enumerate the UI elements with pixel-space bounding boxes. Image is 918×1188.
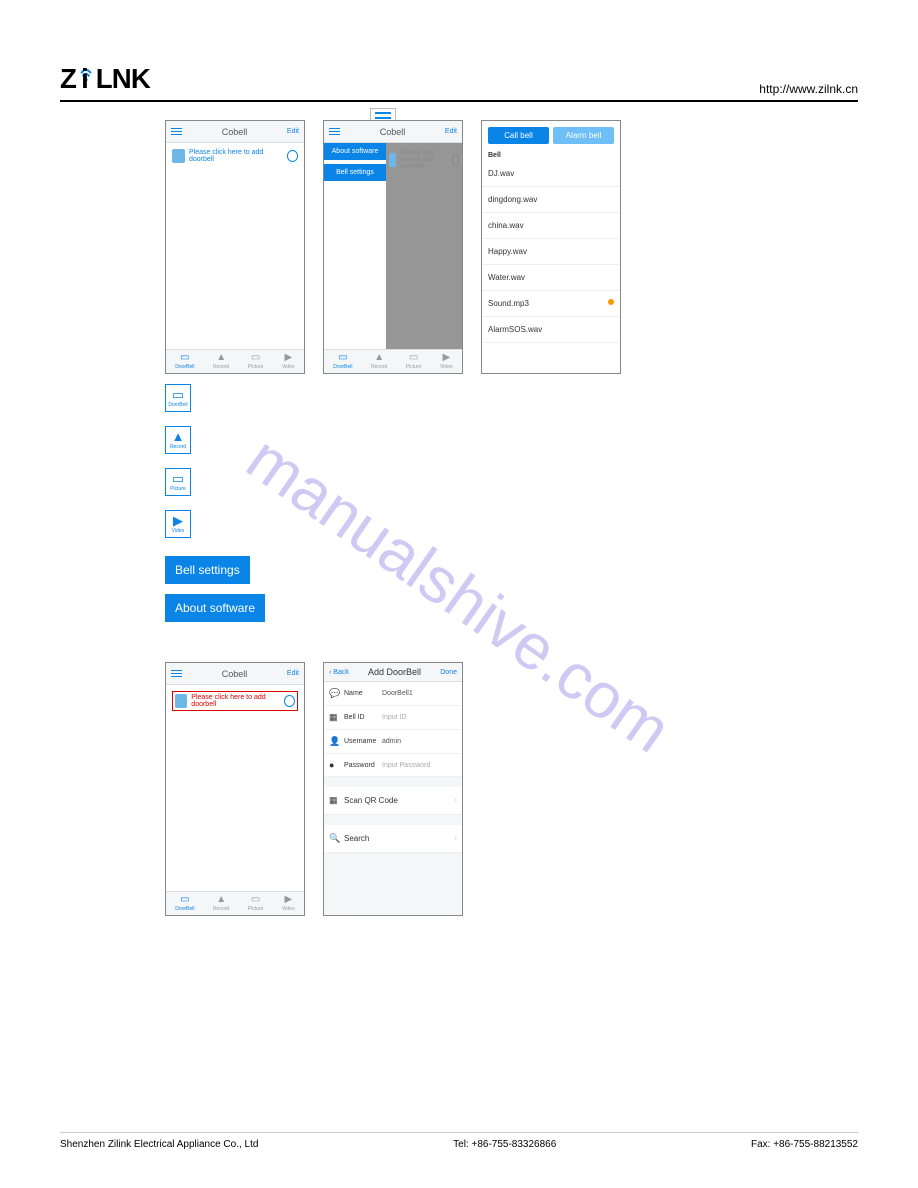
screen-title: Cobell: [222, 669, 248, 679]
chevron-right-icon: ›: [455, 797, 457, 804]
menu-icon[interactable]: [329, 128, 340, 136]
tab-call-bell[interactable]: Call bell: [488, 127, 549, 144]
user-icon: 👤: [329, 736, 340, 747]
legend-picture-icon: ▭Picture: [165, 468, 191, 496]
back-button[interactable]: ‹ Back: [329, 669, 349, 676]
edit-button[interactable]: Edit: [287, 128, 299, 135]
screenshot-bell-list: Call bell Alarm bell Bell DJ.wav dingdon…: [481, 120, 621, 374]
screen-title: Cobell: [222, 127, 248, 137]
tab-doorbell[interactable]: ▭DoorBell: [175, 353, 194, 370]
selected-icon: [608, 299, 614, 305]
tab-record[interactable]: ▲Record: [371, 353, 387, 370]
done-button[interactable]: Done: [440, 669, 457, 676]
grid-icon: ▦: [329, 712, 340, 723]
legend-doorbell-icon: ▭DoorBell: [165, 384, 191, 412]
search-icon: 🔍: [329, 833, 340, 844]
icon-legend: ▭DoorBell ▲Record ▭Picture ▶Video: [165, 384, 858, 538]
tab-record[interactable]: ▲Record: [213, 353, 229, 370]
add-doorbell-prompt[interactable]: Please click here to add doorbell: [172, 691, 298, 711]
bell-item[interactable]: Sound.mp3: [482, 291, 620, 317]
legend-video-icon: ▶Video: [165, 510, 191, 538]
add-doorbell-prompt[interactable]: Please click here to add doorbell: [172, 149, 298, 163]
legend-record-icon: ▲Record: [165, 426, 191, 454]
svg-text:Z: Z: [60, 63, 77, 94]
chevron-right-icon: ›: [455, 835, 457, 842]
tab-doorbell[interactable]: ▭DoorBell: [175, 895, 194, 912]
menu-icon[interactable]: [171, 128, 182, 136]
menu-bell-settings[interactable]: Bell settings: [324, 164, 386, 181]
tab-picture[interactable]: ▭Picture: [248, 353, 264, 370]
chat-icon: 💬: [329, 688, 340, 699]
page-footer: Shenzhen Zilink Electrical Appliance Co.…: [60, 1132, 858, 1150]
screenshot-cobell-add-highlighted: Cobell Edit Please click here to add doo…: [165, 662, 305, 916]
svg-text:LNK: LNK: [96, 63, 151, 94]
tab-picture[interactable]: ▭Picture: [406, 353, 422, 370]
avatar-icon: [175, 694, 187, 708]
lock-icon: ●: [329, 760, 340, 770]
scan-qr-button[interactable]: ▦ Scan QR Code ›: [324, 787, 462, 815]
bell-item[interactable]: Happy.wav: [482, 239, 620, 265]
bell-item[interactable]: Water.wav: [482, 265, 620, 291]
tab-picture[interactable]: ▭Picture: [248, 895, 264, 912]
bell-item[interactable]: AlarmSOS.wav: [482, 317, 620, 343]
field-name[interactable]: 💬 Name DoorBell1: [324, 682, 462, 706]
footer-company: Shenzhen Zilink Electrical Appliance Co.…: [60, 1139, 258, 1150]
footer-tel: Tel: +86-755-83326866: [453, 1139, 556, 1150]
about-software-button[interactable]: About software: [165, 594, 265, 622]
header-url: http://www.zilnk.cn: [759, 82, 858, 96]
bell-section-header: Bell: [482, 150, 620, 161]
tab-record[interactable]: ▲Record: [213, 895, 229, 912]
tab-video[interactable]: ▶Video: [282, 895, 295, 912]
qr-icon: ▦: [329, 795, 340, 806]
bell-item[interactable]: DJ.wav: [482, 161, 620, 187]
logo: Z i LNK: [60, 60, 190, 96]
field-password[interactable]: ● Password Input Password: [324, 754, 462, 777]
tab-video[interactable]: ▶Video: [440, 353, 453, 370]
edit-button[interactable]: Edit: [445, 128, 457, 135]
refresh-icon[interactable]: [287, 150, 298, 162]
screen-title: Cobell: [380, 127, 406, 137]
field-username[interactable]: 👤 Username admin: [324, 730, 462, 754]
field-bell-id[interactable]: ▦ Bell ID Input ID: [324, 706, 462, 730]
avatar-icon: [389, 153, 396, 167]
footer-fax: Fax: +86-755-88213552: [751, 1139, 858, 1150]
svg-text:i: i: [81, 63, 88, 94]
page-header: Z i LNK http://www.zilnk.cn: [60, 60, 858, 102]
bell-settings-button[interactable]: Bell settings: [165, 556, 250, 584]
search-button[interactable]: 🔍 Search ›: [324, 825, 462, 853]
bell-item[interactable]: china.wav: [482, 213, 620, 239]
bell-item[interactable]: dingdong.wav: [482, 187, 620, 213]
tab-alarm-bell[interactable]: Alarm bell: [553, 127, 614, 144]
tab-video[interactable]: ▶Video: [282, 353, 295, 370]
tab-doorbell[interactable]: ▭DoorBell: [333, 353, 352, 370]
avatar-icon: [172, 149, 185, 163]
refresh-icon[interactable]: [284, 695, 295, 707]
screenshot-cobell-menu: Cobell Edit About software Bell settings…: [323, 120, 463, 374]
screenshot-add-doorbell: ‹ Back Add DoorBell Done 💬 Name DoorBell…: [323, 662, 463, 916]
refresh-icon: [452, 154, 459, 166]
menu-icon[interactable]: [171, 670, 182, 678]
screen-title: Add DoorBell: [368, 667, 421, 677]
menu-about-software[interactable]: About software: [324, 143, 386, 160]
edit-button[interactable]: Edit: [287, 670, 299, 677]
screenshot-cobell-empty: Cobell Edit Please click here to add doo…: [165, 120, 305, 374]
